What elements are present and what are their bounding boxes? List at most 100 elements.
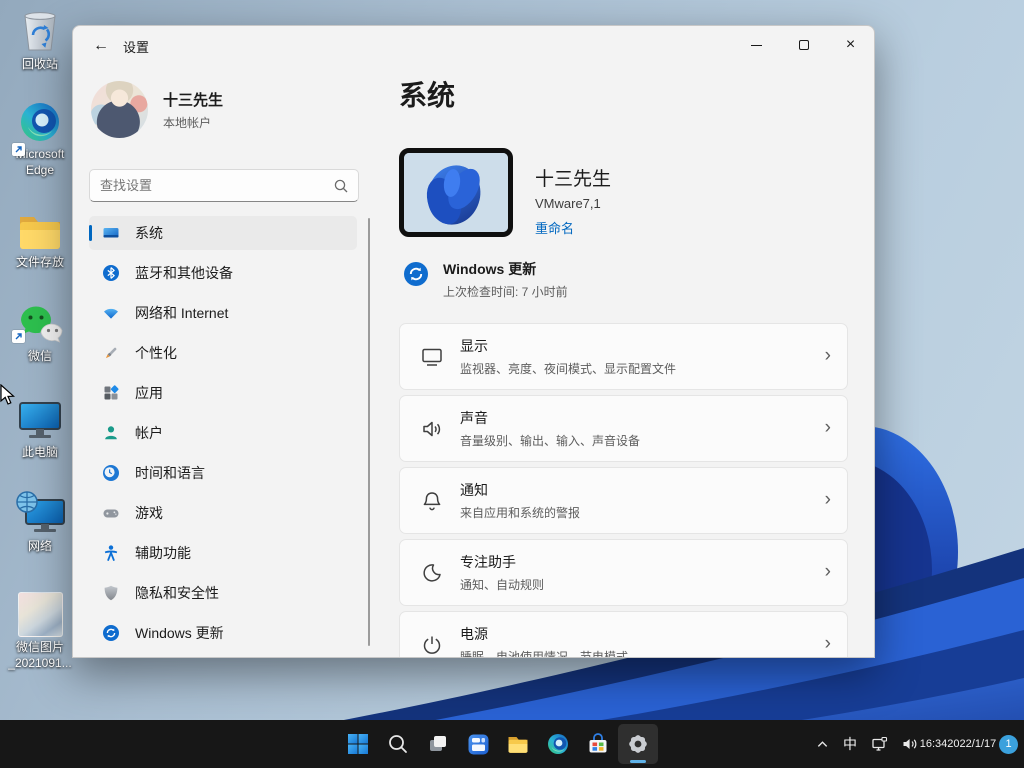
sidebar-item-system[interactable]: 系统	[89, 216, 357, 250]
search-box	[89, 169, 359, 202]
settings-button[interactable]	[618, 724, 658, 764]
card-notifications[interactable]: 通知 来自应用和系统的警报 ›	[399, 467, 848, 534]
tray-overflow-button[interactable]	[809, 724, 835, 764]
desktop-icon-label-line2: _2021091...	[8, 655, 72, 670]
card-desc: 音量级别、输出、输入、声音设备	[460, 434, 641, 448]
desktop-icon-wechat-image[interactable]: 微信图片 _2021091...	[2, 592, 78, 671]
sidebar-item-accounts[interactable]: 帐户	[89, 416, 357, 450]
sidebar-item-personalization[interactable]: 个性化	[89, 336, 357, 370]
recycle-bin-icon	[24, 12, 56, 51]
network-icon	[16, 491, 65, 532]
start-button[interactable]	[338, 724, 378, 764]
page-title: 系统	[399, 80, 456, 111]
card-desc: 监视器、亮度、夜间模式、显示配置文件	[460, 362, 677, 376]
desktop: 回收站 Microsoft Edge 文件存放 微信 此电脑 网络 微信图片 _…	[0, 0, 1024, 768]
sidebar-item-label: 时间和语言	[135, 465, 205, 481]
sidebar-item-label: 辅助功能	[135, 545, 191, 561]
back-button[interactable]: ←	[85, 33, 117, 59]
card-title: 电源	[460, 626, 488, 642]
card-power[interactable]: 电源 睡眠、电池使用情况、节电模式 ›	[399, 611, 848, 658]
sidebar-item-privacy-security[interactable]: 隐私和安全性	[89, 576, 357, 610]
card-title: 通知	[460, 482, 488, 498]
sidebar-item-windows-update[interactable]: Windows 更新	[89, 616, 357, 650]
card-desc: 睡眠、电池使用情况、节电模式	[460, 650, 629, 658]
ime-indicator[interactable]: 中	[835, 724, 865, 764]
gamepad-icon	[102, 504, 120, 522]
sidebar-item-time-language[interactable]: 时间和语言	[89, 456, 357, 490]
card-display[interactable]: 显示 监视器、亮度、夜间模式、显示配置文件 ›	[399, 323, 848, 390]
notification-badge[interactable]: 1	[999, 734, 1018, 754]
window-title: 设置	[123, 40, 150, 55]
sidebar-scrollbar[interactable]	[368, 218, 370, 646]
chevron-right-icon: ›	[824, 344, 831, 366]
desktop-icon-edge[interactable]: Microsoft Edge	[2, 100, 78, 178]
sync-icon	[102, 624, 120, 642]
store-icon	[589, 733, 607, 753]
sidebar-item-label: 系统	[135, 225, 163, 241]
person-icon	[102, 424, 120, 442]
profile[interactable]: 十三先生 本地帐户	[91, 81, 223, 138]
store-button[interactable]	[578, 724, 618, 764]
desktop-icon-label: 微信	[27, 349, 52, 363]
sidebar-item-label: 网络和 Internet	[135, 305, 229, 321]
search-button[interactable]	[378, 724, 418, 764]
desktop-icon-recycle-bin[interactable]: 回收站	[2, 8, 78, 73]
folder-icon	[20, 217, 60, 249]
sidebar-item-label: 蓝牙和其他设备	[135, 265, 233, 281]
card-sound[interactable]: 声音 音量级别、输出、输入、声音设备 ›	[399, 395, 848, 462]
chevron-right-icon: ›	[824, 488, 831, 510]
widgets-icon	[468, 734, 488, 754]
sidebar-item-label: 帐户	[135, 425, 163, 441]
windows-update-row[interactable]: Windows 更新 上次检查时间: 7 小时前	[403, 259, 568, 300]
widgets-button[interactable]	[458, 724, 498, 764]
profile-type: 本地帐户	[163, 115, 212, 130]
network-icon	[872, 736, 888, 751]
settings-window: ← 设置 × 十三先生 本地帐户 查找设置 系统 蓝牙和其他设备 网络和 Int…	[72, 25, 875, 658]
clock-date: 2022/1/17	[947, 737, 997, 750]
profile-name: 十三先生	[163, 91, 224, 109]
task-view-icon	[430, 736, 446, 751]
accessibility-icon	[102, 544, 120, 562]
chevron-right-icon: ›	[824, 560, 831, 582]
brush-icon	[102, 344, 120, 362]
task-view-button[interactable]	[418, 724, 458, 764]
settings-cards: 显示 监视器、亮度、夜间模式、显示配置文件 › 声音 音量级别、输出、输入、声音…	[399, 323, 848, 658]
clock[interactable]: 16:34 2022/1/17	[920, 724, 996, 764]
bell-icon	[423, 491, 441, 510]
sidebar-item-network-internet[interactable]: 网络和 Internet	[89, 296, 357, 330]
edge-button[interactable]	[538, 724, 578, 764]
system-icon	[102, 224, 120, 242]
desktop-icon-network[interactable]: 网络	[2, 490, 78, 555]
device-hero: 十三先生 VMware7,1 重命名	[399, 148, 611, 238]
card-focus-assist[interactable]: 专注助手 通知、自动规则 ›	[399, 539, 848, 606]
sidebar-item-gaming[interactable]: 游戏	[89, 496, 357, 530]
apps-icon	[102, 384, 120, 402]
desktop-icon-this-pc[interactable]: 此电脑	[2, 398, 78, 461]
update-status: 上次检查时间: 7 小时前	[443, 285, 568, 299]
card-desc: 通知、自动规则	[460, 578, 545, 592]
network-tray-button[interactable]	[865, 724, 895, 764]
file-explorer-icon	[508, 737, 528, 753]
mouse-cursor	[0, 384, 16, 405]
search-input[interactable]	[90, 178, 334, 193]
desktop-icon-label: 微信图片	[15, 640, 64, 654]
desktop-icon-wechat[interactable]: 微信	[2, 304, 78, 365]
sidebar-item-label: 游戏	[135, 505, 163, 521]
card-title: 声音	[460, 410, 488, 426]
clock-time: 16:34	[919, 737, 948, 750]
shortcut-arrow-icon	[12, 329, 25, 343]
sidebar-item-apps[interactable]: 应用	[89, 376, 357, 410]
desktop-icon-folder[interactable]: 文件存放	[2, 210, 78, 271]
rename-link[interactable]: 重命名	[535, 218, 574, 237]
sidebar-item-accessibility[interactable]: 辅助功能	[89, 536, 357, 570]
display-icon	[422, 348, 442, 366]
search-icon	[389, 735, 407, 753]
speaker-icon	[903, 739, 917, 749]
bluetooth-icon	[102, 264, 120, 282]
device-name: 十三先生	[535, 169, 612, 190]
edge-icon	[21, 103, 59, 141]
sidebar-item-bluetooth-devices[interactable]: 蓝牙和其他设备	[89, 256, 357, 290]
moon-icon	[423, 563, 441, 582]
file-explorer-button[interactable]	[498, 724, 538, 764]
desktop-icon-label: 此电脑	[21, 445, 58, 459]
